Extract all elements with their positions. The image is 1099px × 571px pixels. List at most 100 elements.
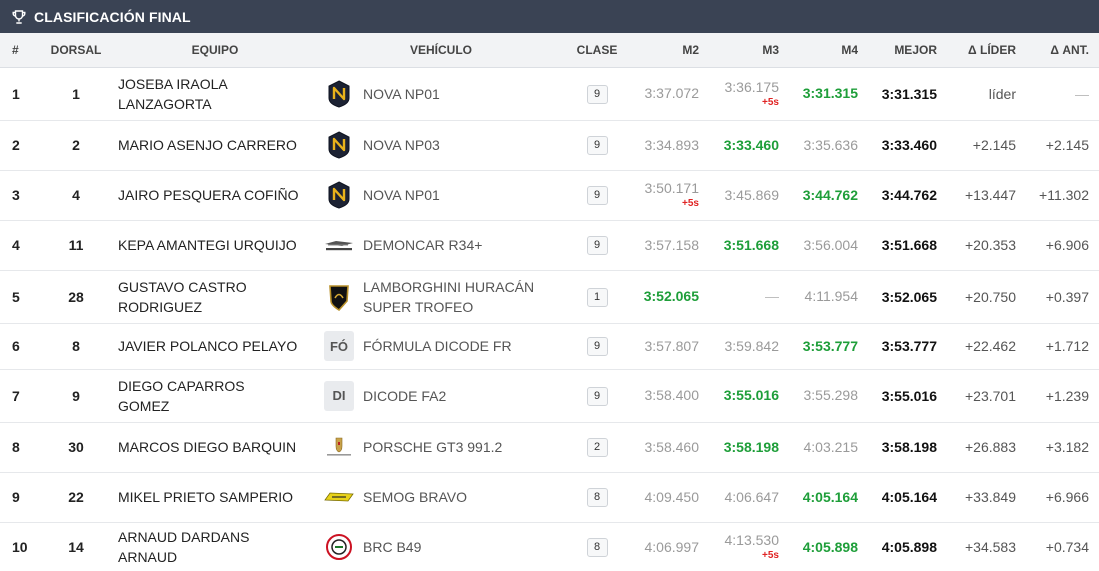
time-m2: 3:57.807 <box>630 323 709 369</box>
col-m3[interactable]: M3 <box>709 33 789 68</box>
vehicle: LAMBORGHINI HURACÁN SUPER TROFEO <box>318 270 564 323</box>
time-m3: 3:33.460 <box>709 120 789 170</box>
driver-name[interactable]: JAVIER POLANCO PELAYO <box>112 323 318 369</box>
vehicle-abbr-badge: DI <box>324 380 354 411</box>
position: 5 <box>12 288 20 305</box>
time-m4: 3:53.777 <box>789 323 868 369</box>
vehicle: NOVA NP03 <box>318 120 564 170</box>
col-delta-lider[interactable]: Δ LÍDER <box>947 33 1026 68</box>
nova-logo-icon <box>324 79 354 109</box>
driver-name-line: MARCOS DIEGO BARQUIN <box>118 439 297 455</box>
delta-previous: +1.712 <box>1045 338 1089 354</box>
driver-name[interactable]: MARIO ASENJO CARRERO <box>112 120 318 170</box>
nova-logo-icon <box>324 130 354 160</box>
time-m3: 3:58.198 <box>709 422 789 472</box>
time-m3-value: 3:59.842 <box>724 337 780 354</box>
time-m2: 3:57.158 <box>630 220 709 270</box>
vehicle-name: LAMBORGHINI HURACÁN SUPER TROFEO <box>363 277 534 317</box>
best-time: 3:51.668 <box>881 237 937 253</box>
col-delta-ant[interactable]: Δ ANT. <box>1026 33 1099 68</box>
time-m2-value: 4:06.997 <box>644 538 700 555</box>
dorsal-number: 14 <box>68 539 84 555</box>
driver-name-line: GUSTAVO CASTRO <box>118 278 247 295</box>
time-m4-value: 4:05.164 <box>802 488 858 505</box>
driver-name[interactable]: JOSEBA IRAOLA LANZAGORTA <box>112 67 318 120</box>
delta-previous: +0.734 <box>1045 539 1089 555</box>
driver-name[interactable]: JAIRO PESQUERA COFIÑO <box>112 170 318 220</box>
time-m3-value: 4:13.530 <box>724 532 780 548</box>
vehicle-name: SEMOG BRAVO <box>363 487 467 507</box>
col-mejor[interactable]: MEJOR <box>868 33 947 68</box>
dorsal-number: 2 <box>72 137 80 153</box>
driver-name-line: JAVIER POLANCO PELAYO <box>118 338 298 354</box>
col-m4[interactable]: M4 <box>789 33 868 68</box>
time-m3: 3:55.016 <box>709 369 789 422</box>
driver-name-line: JAIRO PESQUERA COFIÑO <box>118 187 299 203</box>
table-row[interactable]: 2 2 MARIO ASENJO CARRERO NOVA NP03 9 3:34.893… <box>0 120 1099 170</box>
vehicle: DI DICODE FA2 <box>318 369 564 422</box>
class-cell: 1 <box>564 270 630 323</box>
col-vehiculo[interactable]: VEHÍCULO <box>318 33 564 68</box>
table-row[interactable]: 7 9 DIEGO CAPARROS GOMEZ DI DICODE FA2 9 3:58.4… <box>0 369 1099 422</box>
vehicle-name-line: SEMOG BRAVO <box>363 489 467 505</box>
table-row[interactable]: 8 30 MARCOS DIEGO BARQUIN PORSCHE GT3 991.2… <box>0 422 1099 472</box>
best-time: 3:44.762 <box>881 187 937 203</box>
col-pos[interactable]: # <box>0 33 40 68</box>
table-row[interactable]: 9 22 MIKEL PRIETO SAMPERIO SEMOG BRAVO 8 4:09… <box>0 472 1099 522</box>
delta-leader: +2.145 <box>972 137 1016 153</box>
driver-name[interactable]: MARCOS DIEGO BARQUIN <box>112 422 318 472</box>
demoncar-logo-icon <box>324 230 354 260</box>
table-row[interactable]: 6 8 JAVIER POLANCO PELAYO FÓ FÓRMULA DICODE … <box>0 323 1099 369</box>
driver-name[interactable]: KEPA AMANTEGI URQUIJO <box>112 220 318 270</box>
driver-name[interactable]: DIEGO CAPARROS GOMEZ <box>112 369 318 422</box>
best-time: 3:58.198 <box>881 439 937 455</box>
class-badge: 9 <box>586 236 608 255</box>
time-m3-value: 3:51.668 <box>723 236 779 253</box>
time-m4-value: 3:44.762 <box>802 186 858 203</box>
position: 9 <box>12 489 20 505</box>
trophy-icon <box>11 9 27 25</box>
time-m4-value: 3:31.315 <box>802 85 858 101</box>
col-clase[interactable]: CLASE <box>564 33 630 68</box>
time-m4-value: 4:05.898 <box>802 538 858 555</box>
time-m2-value: 3:57.158 <box>644 236 700 253</box>
col-equipo[interactable]: EQUIPO <box>112 33 318 68</box>
delta-leader: líder <box>988 85 1016 102</box>
table-row[interactable]: 1 1 JOSEBA IRAOLA LANZAGORTA NOVA NP01 9 3:37.… <box>0 67 1099 120</box>
best-time: 3:53.777 <box>881 338 937 354</box>
driver-name-line: ARNAUD <box>118 549 178 565</box>
col-dorsal[interactable]: DORSAL <box>40 33 112 68</box>
time-m2-value: 3:50.171 <box>644 180 700 196</box>
dorsal-number: 8 <box>72 338 80 354</box>
delta-previous: +11.302 <box>1039 187 1089 203</box>
position: 3 <box>12 187 20 203</box>
class-badge: 9 <box>586 136 608 155</box>
vehicle: PORSCHE GT3 991.2 <box>318 422 564 472</box>
driver-name-line: DIEGO CAPARROS <box>118 377 245 394</box>
time-m4-value: 4:11.954 <box>804 288 858 304</box>
vehicle-name-line: BRC B49 <box>363 539 422 555</box>
delta-previous: +2.145 <box>1045 137 1089 153</box>
class-cell: 9 <box>564 369 630 422</box>
table-row[interactable]: 5 28 GUSTAVO CASTRO RODRIGUEZ LAMBORGHINI HU… <box>0 270 1099 323</box>
driver-name[interactable]: MIKEL PRIETO SAMPERIO <box>112 472 318 522</box>
vehicle-name-line: LAMBORGHINI HURACÁN <box>363 278 535 295</box>
col-m2[interactable]: M2 <box>630 33 709 68</box>
driver-name[interactable]: GUSTAVO CASTRO RODRIGUEZ <box>112 270 318 323</box>
vehicle-name-line: FÓRMULA DICODE FR <box>363 338 512 354</box>
time-m4: 3:31.315 <box>789 67 868 120</box>
time-m2-value: 3:52.065 <box>643 288 699 304</box>
table-row[interactable]: 3 4 JAIRO PESQUERA COFIÑO NOVA NP01 9 3:50.17… <box>0 170 1099 220</box>
class-cell: 9 <box>564 170 630 220</box>
table-row[interactable]: 10 14 ARNAUD DARDANS ARNAUD BRC B49 8 4:06.997… <box>0 522 1099 571</box>
penalty-badge: +5s <box>762 550 779 561</box>
time-m3-value: — <box>765 288 779 304</box>
driver-name[interactable]: ARNAUD DARDANS ARNAUD <box>112 522 318 571</box>
dorsal-number: 30 <box>68 439 84 455</box>
delta-previous: +0.397 <box>1045 288 1089 305</box>
vehicle-logo-placeholder: DI <box>324 380 354 411</box>
nova-logo-icon <box>324 180 354 210</box>
time-m4: 4:11.954 <box>789 270 868 323</box>
table-row[interactable]: 4 11 KEPA AMANTEGI URQUIJO DEMONCAR R34+ 9 3:… <box>0 220 1099 270</box>
vehicle-name: NOVA NP01 <box>363 185 440 205</box>
